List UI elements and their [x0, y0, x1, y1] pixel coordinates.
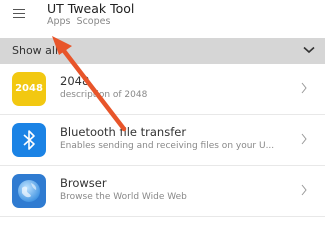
- browser-globe-icon: [12, 174, 46, 208]
- app-header: UT Tweak Tool Apps Scopes: [0, 0, 325, 38]
- show-all-label: Show all: [12, 44, 59, 57]
- app-row-bluetooth[interactable]: Bluetooth file transfer Enables sending …: [0, 115, 325, 166]
- tab-scopes[interactable]: Scopes: [77, 16, 111, 27]
- app-row-browser[interactable]: Browser Browse the World Wide Web: [0, 166, 325, 217]
- 2048-app-icon: 2048: [12, 72, 46, 106]
- app-description: description of 2048: [60, 90, 148, 100]
- header-tabs: Apps Scopes: [47, 16, 113, 27]
- app-description: Enables sending and receiving files on y…: [60, 141, 275, 151]
- chevron-right-icon: [301, 82, 307, 94]
- tab-apps[interactable]: Apps: [47, 16, 71, 27]
- chevron-down-icon: [303, 46, 315, 54]
- bluetooth-icon: [12, 123, 46, 157]
- app-title: Bluetooth file transfer: [60, 125, 187, 139]
- app-description: Browse the World Wide Web: [60, 192, 187, 202]
- app-title: Browser: [60, 176, 107, 190]
- hamburger-menu-icon[interactable]: [13, 9, 25, 19]
- chevron-right-icon: [301, 184, 307, 196]
- page-title: UT Tweak Tool: [47, 1, 135, 16]
- app-title: 2048: [60, 74, 90, 88]
- chevron-right-icon: [301, 133, 307, 145]
- show-all-dropdown[interactable]: Show all: [0, 38, 325, 64]
- app-row-2048[interactable]: 2048 2048 description of 2048: [0, 64, 325, 115]
